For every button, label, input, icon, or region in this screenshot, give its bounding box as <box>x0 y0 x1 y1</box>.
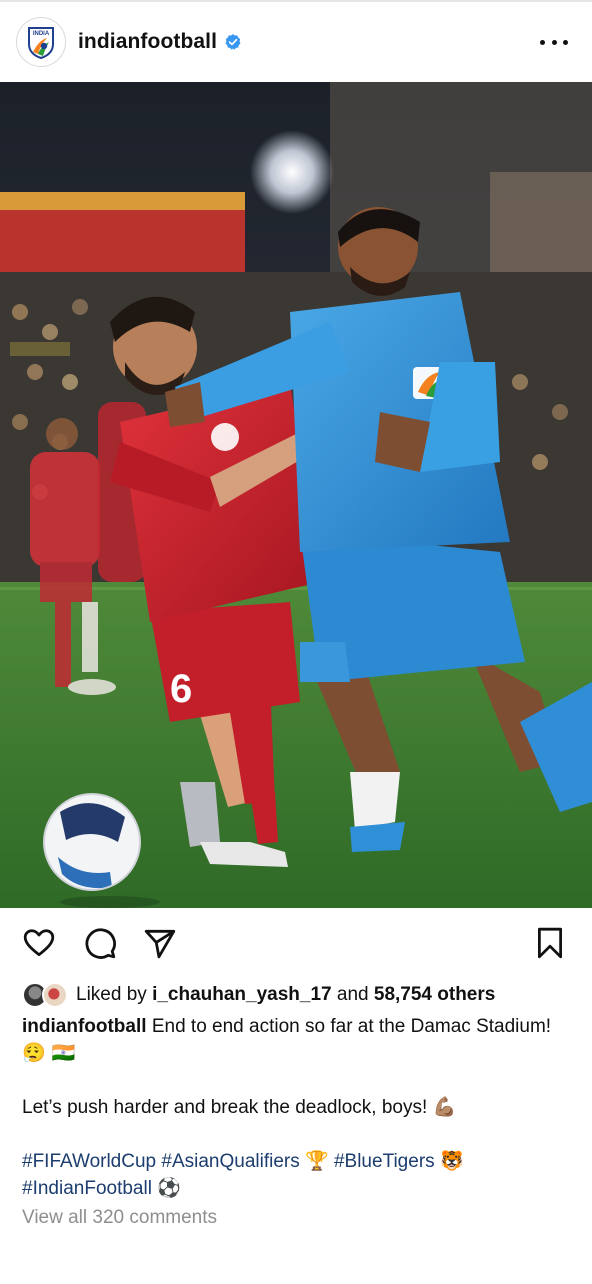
caption-username[interactable]: indianfootball <box>22 1016 147 1037</box>
likes-count[interactable]: 58,754 others <box>374 984 495 1006</box>
player-jersey-number: 6 <box>170 667 192 711</box>
verified-badge-icon <box>225 34 241 50</box>
post-action-bar <box>0 908 592 976</box>
post-photo[interactable]: 6 <box>0 82 592 908</box>
paper-plane-icon[interactable] <box>143 926 177 960</box>
comment-bubble-icon[interactable] <box>83 926 117 960</box>
bookmark-icon[interactable] <box>533 926 567 960</box>
flexed-biceps-icon: 💪🏽 <box>432 1096 457 1118</box>
trophy-icon: 🏆 <box>305 1150 329 1172</box>
post-caption: indianfootball End to end action so far … <box>22 1013 572 1202</box>
likes-summary[interactable]: Liked by i_chauhan_yash_17 and 58,754 ot… <box>22 981 495 1009</box>
more-options-icon[interactable] <box>540 30 568 54</box>
hashtag-link[interactable]: #IndianFootball <box>22 1178 152 1199</box>
avatar <box>42 982 68 1008</box>
likes-prefix: Liked by <box>76 984 147 1005</box>
liker-avatars <box>22 982 72 1008</box>
hashtag-link[interactable]: #BlueTigers <box>334 1151 435 1172</box>
view-all-comments-link[interactable]: View all 320 comments <box>22 1207 217 1229</box>
tiger-icon: 🐯 <box>439 1150 464 1172</box>
caption-line-2: Let’s push harder and break the deadlock… <box>22 1097 428 1118</box>
hashtag-link[interactable]: #FIFAWorldCup <box>22 1151 156 1172</box>
post-header: INDIA indianfootball <box>0 2 592 82</box>
caption-line-1: End to end action so far at the Damac St… <box>151 1016 552 1037</box>
avatar-text: INDIA <box>33 31 50 37</box>
liker-username[interactable]: i_chauhan_yash_17 <box>152 984 332 1006</box>
account-username[interactable]: indianfootball <box>78 30 217 54</box>
heart-icon[interactable] <box>22 926 56 960</box>
aiff-logo-icon[interactable]: INDIA <box>16 17 66 67</box>
caption-emojis-1: 😮‍💨 🇮🇳 <box>22 1042 76 1064</box>
soccer-ball-icon: ⚽ <box>157 1177 181 1199</box>
hashtag-list: #FIFAWorldCup #AsianQualifiers 🏆 #BlueTi… <box>22 1148 572 1202</box>
likes-and: and <box>336 984 369 1005</box>
hashtag-link[interactable]: #AsianQualifiers <box>161 1151 299 1172</box>
